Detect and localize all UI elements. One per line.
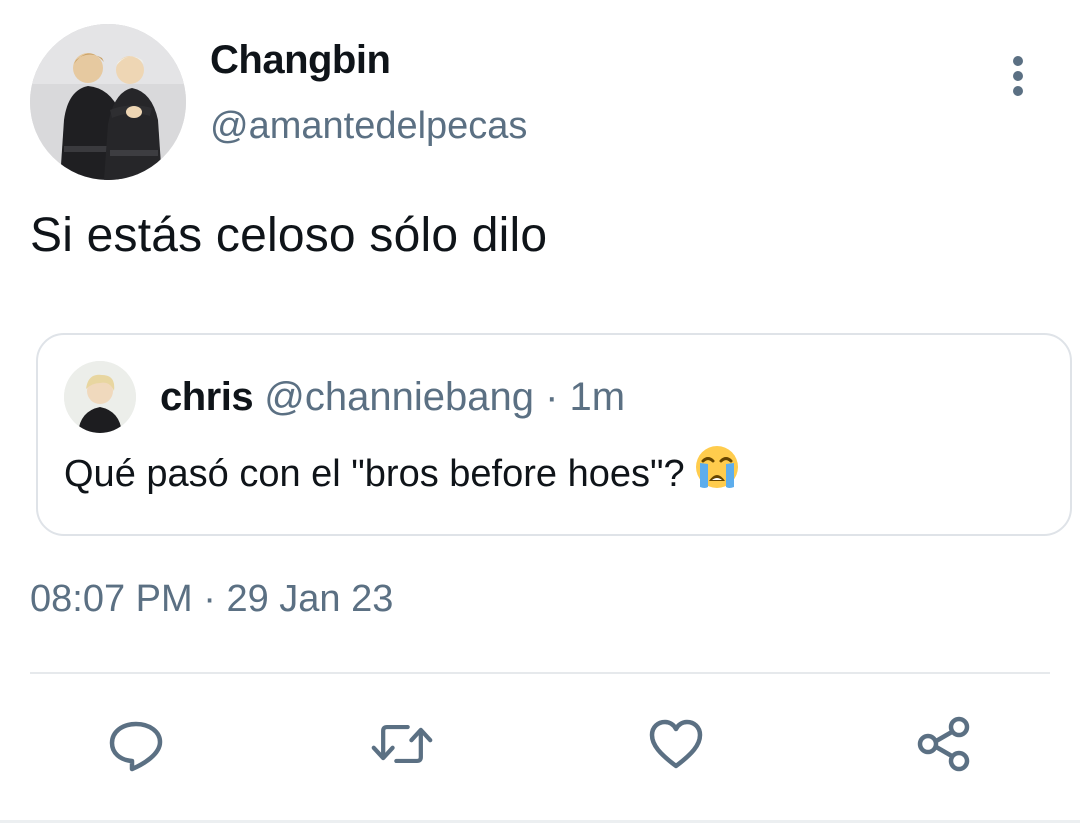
- author-name[interactable]: Changbin: [210, 38, 391, 83]
- tweet-time: 08:07 PM: [30, 578, 193, 620]
- tweet-date: 29 Jan 23: [226, 578, 394, 620]
- author-handle[interactable]: @amantedelpecas: [210, 105, 527, 148]
- quoted-author-avatar: [64, 361, 136, 433]
- like-button[interactable]: [644, 712, 708, 776]
- quoted-tweet-card[interactable]: chris @channiebang · 1m Qué pasó con el …: [36, 333, 1072, 536]
- more-options-button[interactable]: [996, 52, 1040, 100]
- actions-divider: [30, 672, 1050, 674]
- author-avatar[interactable]: [30, 24, 186, 180]
- share-button[interactable]: [912, 712, 976, 776]
- retweet-button[interactable]: [370, 712, 434, 776]
- more-vertical-icon-dot-3: [1013, 86, 1023, 96]
- quoted-author-handle: @channiebang: [264, 375, 534, 419]
- reply-icon: [109, 721, 163, 772]
- tweet-text: Si estás celoso sólo dilo: [30, 209, 548, 262]
- quoted-tweet-header: chris @channiebang · 1m: [160, 375, 625, 420]
- quoted-author-name: chris: [160, 375, 254, 419]
- author-avatar-image: [30, 24, 186, 180]
- reply-button[interactable]: [104, 712, 168, 776]
- more-vertical-icon: [1013, 56, 1023, 66]
- tweet-timestamp: 08:07 PM · 29 Jan 23: [30, 578, 393, 621]
- heart-icon: [649, 719, 703, 769]
- quoted-author-avatar-image: [64, 361, 136, 433]
- tweet-detail: Changbin @amantedelpecas Si estás celoso…: [0, 0, 1080, 837]
- quoted-tweet-text-row: Qué pasó con el "bros before hoes"?: [64, 446, 741, 505]
- bottom-divider: [0, 820, 1080, 823]
- quoted-tweet-text: Qué pasó con el "bros before hoes"?: [64, 453, 685, 496]
- more-vertical-icon-dot-2: [1013, 71, 1023, 81]
- quoted-separator: ·: [545, 375, 559, 419]
- tweet-timestamp-separator: ·: [203, 578, 216, 620]
- loudly-crying-face-icon: [693, 443, 741, 501]
- share-icon: [917, 716, 970, 772]
- quoted-time: 1m: [569, 375, 626, 419]
- retweet-icon: [371, 724, 433, 764]
